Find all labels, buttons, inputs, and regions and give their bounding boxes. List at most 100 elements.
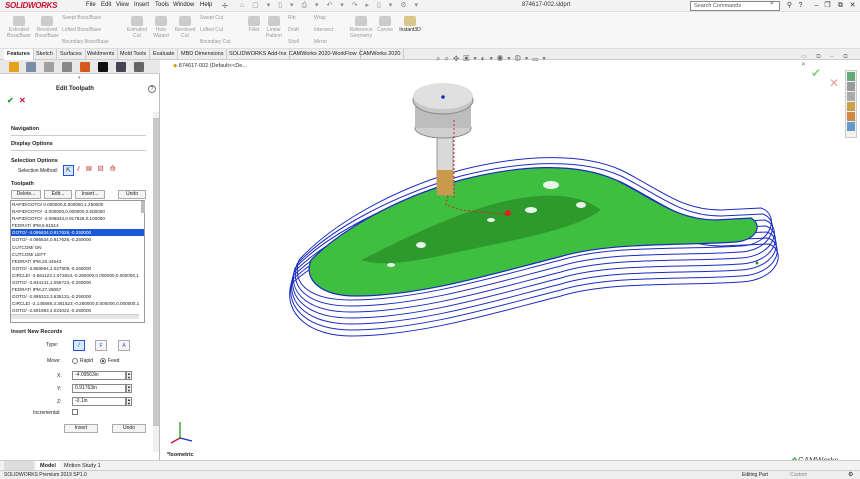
list-item[interactable]: GOTO/ -2.895313,3.635131,-0.250000 [11, 293, 144, 300]
extruded-boss-button[interactable]: Extruded Boss/Base [6, 16, 32, 39]
y-input[interactable]: 0.91763in [72, 384, 126, 393]
restore-button[interactable]: ❐ [823, 1, 832, 10]
display-options-section[interactable]: Display Options [11, 141, 53, 147]
tab-camworks-workflow[interactable]: CAMWorks 2020-WorkFlow [286, 49, 361, 60]
list-item[interactable]: CIRCLE/ -3.881123,1.072824,-0.250000,0.0… [11, 272, 144, 279]
undo-record-button[interactable]: Undo [112, 424, 146, 433]
curves-button[interactable]: Curves [376, 16, 394, 33]
fillet-button[interactable]: Fillet [246, 16, 262, 33]
insert-button[interactable]: Insert... [75, 190, 105, 199]
extruded-cut-button[interactable]: Extruded Cut [124, 16, 150, 39]
draft-button[interactable]: Draft [288, 27, 312, 33]
list-item[interactable]: GOTO/ -3.858994,1.027509,-0.250000 [11, 265, 144, 272]
help-icon[interactable]: ? [148, 85, 156, 93]
selection-options-section[interactable]: Selection Options [11, 158, 58, 164]
tab-mold-tools[interactable]: Mold Tools [117, 49, 151, 60]
list-item[interactable]: FEDRAT/ IPM,27.26057 [11, 286, 144, 293]
wrap-button[interactable]: Wrap [314, 15, 346, 21]
rib-button[interactable]: Rib [288, 15, 312, 21]
z-input[interactable]: -0.1in [72, 397, 126, 406]
mirror-button[interactable]: Mirror [314, 39, 346, 45]
list-item[interactable]: RAPID/GOTO/ -4.095634,0.917626,0.100000 [11, 215, 144, 222]
insert-record-button[interactable]: Insert [64, 424, 98, 433]
menu-file[interactable]: File [86, 2, 96, 8]
list-item[interactable]: RAPID/GOTO/ -2.000000,0.000000,0.500000 [11, 208, 144, 215]
list-item[interactable]: FEDRAT/ IPM,6.61514 [11, 222, 144, 229]
list-item[interactable]: CUTCOM/ LEFT [11, 251, 144, 258]
instant3d-button[interactable]: Instant3D [396, 16, 424, 33]
tab-evaluate[interactable]: Evaluate [150, 49, 179, 60]
list-item[interactable]: GOTO/ -4.095634,0.917626,-0.250000 [11, 236, 144, 243]
selection-method-icons[interactable]: ⫽▤▨⟰ [77, 166, 122, 174]
help-icon[interactable]: ? [796, 1, 805, 10]
undo-button[interactable]: Undo [118, 190, 146, 199]
close-button[interactable]: ✕ [848, 1, 857, 10]
y-spinner[interactable]: ▲ ▼ [126, 384, 132, 393]
x-input[interactable]: -4.09563in [72, 371, 126, 380]
search-icon[interactable]: ⌕ [770, 0, 774, 8]
pin-icon[interactable]: ✢ [222, 2, 228, 10]
x-spinner[interactable]: ▲ ▼ [126, 371, 132, 380]
boundary-boss-button[interactable]: Boundary Boss/Base [62, 39, 122, 45]
tab-surfaces[interactable]: Surfaces [57, 49, 86, 60]
toolpath-listbox[interactable]: RAPID/GOTO/ 0.000000,0.000000,1.250000 R… [10, 200, 145, 323]
list-item[interactable]: RAPID/GOTO/ 0.000000,0.000000,1.250000 [11, 201, 144, 208]
menu-view[interactable]: View [116, 2, 129, 8]
list-item[interactable]: CUTCOM/ ON [11, 244, 144, 251]
menu-window[interactable]: Window [173, 2, 194, 8]
edit-button[interactable]: Edit... [44, 190, 72, 199]
list-item-selected[interactable]: GOTO/ -4.095634,0.917626,-0.250000 [11, 229, 144, 237]
type-arc-button[interactable]: A [118, 340, 130, 351]
tab-sketch[interactable]: Sketch [33, 49, 57, 60]
type-line-button[interactable]: / [73, 340, 85, 351]
feed-radio[interactable] [100, 358, 106, 364]
menu-help[interactable]: Help [200, 2, 212, 8]
cancel-x-icon[interactable]: ✕ [19, 96, 26, 105]
list-item[interactable]: GOTO/ -3.834141,1.055723,-0.250000 [11, 279, 144, 286]
menu-insert[interactable]: Insert [134, 2, 149, 8]
toolpath-section[interactable]: Toolpath [11, 181, 34, 187]
incremental-checkbox[interactable] [72, 409, 78, 415]
shell-button[interactable]: Shell [288, 39, 312, 45]
revolved-boss-button[interactable]: Revolved Boss/Base [34, 16, 60, 39]
hole-wizard-button[interactable]: Hole Wizard [150, 16, 172, 39]
graphics-viewport[interactable]: ◆ 874617-002 (Default<<De... ⌕⌕✥▣▾◐▾◉▾◍▾… [161, 54, 860, 465]
dimxpert-icon[interactable] [62, 62, 72, 72]
intersect-button[interactable]: Intersect [314, 27, 346, 33]
list-scrollbar-thumb[interactable] [141, 201, 145, 213]
units-selector[interactable]: Custom [790, 471, 807, 479]
configuration-manager-icon[interactable] [44, 62, 54, 72]
feature-tree-icon[interactable] [9, 62, 19, 72]
search-commands-input[interactable]: Search Commands [690, 1, 780, 11]
list-item[interactable]: CIRCLE/ -2.145569,3.361523,-0.250000,0.0… [11, 300, 144, 307]
display-manager-icon[interactable] [80, 62, 90, 72]
tab-features[interactable]: Features [4, 49, 34, 60]
rapid-radio[interactable] [72, 358, 78, 364]
swept-cut-button[interactable]: Swept Cut [200, 15, 244, 21]
property-manager-icon[interactable] [26, 62, 36, 72]
status-icon[interactable]: ⚙ [848, 471, 853, 479]
delete-button[interactable]: Delete... [11, 190, 41, 199]
select-pointer-icon[interactable]: ⇱ [63, 165, 74, 176]
list-horizontal-scrollbar[interactable] [11, 314, 139, 319]
reference-geometry-button[interactable]: Reference Geometry [348, 16, 374, 39]
z-spinner[interactable]: ▲ ▼ [126, 397, 132, 406]
user-icon[interactable]: ⚲ [785, 1, 794, 10]
list-item[interactable]: FEDRAT/ IPM,20.44543 [11, 258, 144, 265]
camworks-tool-tree-icon[interactable] [134, 62, 144, 72]
navigation-section[interactable]: Navigation [11, 126, 39, 132]
revolved-cut-button[interactable]: Revolved Cut [172, 16, 198, 39]
insert-new-records-section[interactable]: Insert New Records [11, 329, 62, 335]
lofted-cut-button[interactable]: Lofted Cut [200, 27, 244, 33]
toolpath-3d-model[interactable] [161, 60, 860, 460]
linear-pattern-button[interactable]: Linear Pattern [263, 16, 285, 39]
camworks-operation-tree-icon[interactable] [116, 62, 126, 72]
boundary-cut-button[interactable]: Boundary Cut [200, 39, 244, 45]
tab-mbd-dimensions[interactable]: MBD Dimensions [178, 49, 228, 60]
swept-boss-button[interactable]: Swept Boss/Base [62, 15, 118, 21]
quick-access-toolbar[interactable]: ⌂ ▢ ▾ ▯ ▾ ⎙ ▾ ↶ ▾ ↷ ▸ ▯ ▾ ⚙ ▾ [240, 1, 421, 10]
menu-edit[interactable]: Edit [101, 2, 111, 8]
camworks-feature-tree-icon[interactable] [98, 62, 108, 72]
panel-scrollbar[interactable] [153, 112, 159, 452]
chevron-down-icon[interactable]: ▾ [78, 75, 81, 81]
